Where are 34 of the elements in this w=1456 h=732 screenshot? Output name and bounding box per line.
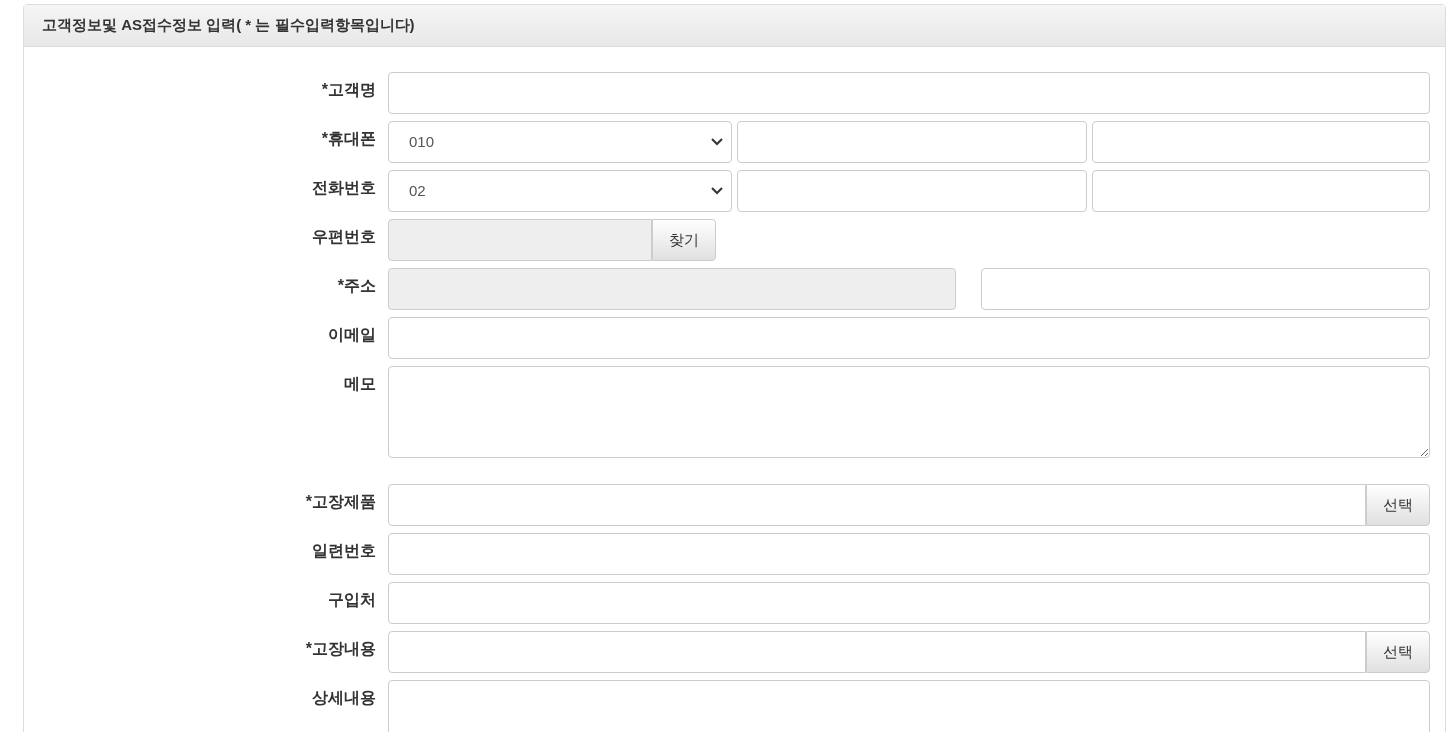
- panel-title: 고객정보및 AS접수정보 입력( * 는 필수입력항목입니다): [42, 15, 415, 36]
- text-field[interactable]: [388, 631, 1366, 673]
- text-area[interactable]: [388, 366, 1430, 458]
- address-field[interactable]: [388, 268, 956, 310]
- field-label: *휴대폰: [321, 129, 376, 149]
- zip-code-field[interactable]: [388, 219, 652, 261]
- address-detail-field[interactable]: [981, 268, 1430, 310]
- text-field[interactable]: [388, 317, 1430, 359]
- phone-field[interactable]: [737, 170, 1087, 212]
- chevron-down-icon: [711, 187, 723, 195]
- text-field[interactable]: [388, 484, 1366, 526]
- area-code-select[interactable]: 02: [388, 170, 732, 212]
- text-field[interactable]: [388, 72, 1430, 114]
- field-label: *고장내용: [305, 639, 376, 659]
- field-label: 우편번호: [312, 227, 376, 247]
- find-button[interactable]: 찾기: [652, 219, 716, 261]
- field-label: *고장제품: [305, 492, 376, 512]
- field-label: 전화번호: [312, 178, 376, 198]
- field-label: *주소: [337, 276, 376, 296]
- text-field[interactable]: [388, 533, 1430, 575]
- field-label: *고객명: [321, 80, 376, 100]
- area-code-select[interactable]: 010: [388, 121, 732, 163]
- field-label: 상세내용: [312, 688, 376, 708]
- select-button[interactable]: 선택: [1366, 484, 1430, 526]
- phone-field[interactable]: [1092, 170, 1430, 212]
- field-label: 일련번호: [312, 541, 376, 561]
- select-button[interactable]: 선택: [1366, 631, 1430, 673]
- field-label: 메모: [344, 374, 376, 394]
- field-label: 이메일: [328, 325, 376, 345]
- text-field[interactable]: [388, 582, 1430, 624]
- chevron-down-icon: [711, 138, 723, 146]
- field-label: 구입처: [328, 590, 376, 610]
- phone-field[interactable]: [737, 121, 1087, 163]
- phone-field[interactable]: [1092, 121, 1430, 163]
